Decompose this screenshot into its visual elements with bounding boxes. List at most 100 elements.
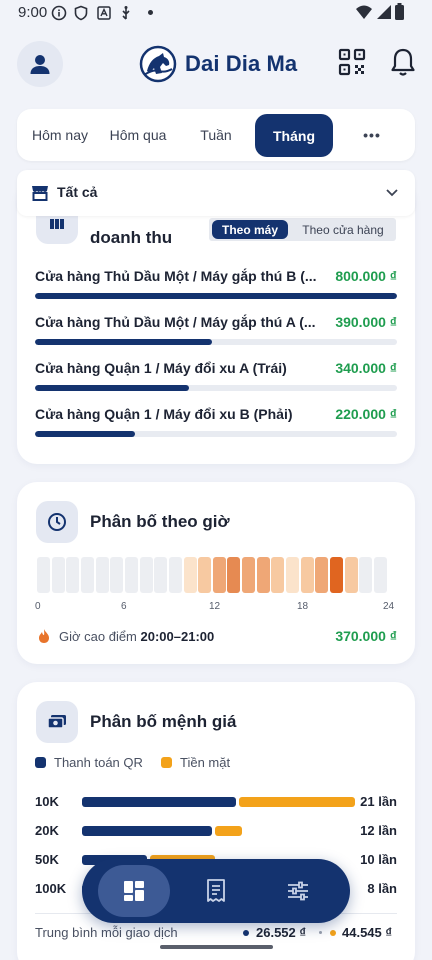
hour-cell xyxy=(373,557,387,593)
app-logo: Dai Dia Ma xyxy=(139,44,297,84)
revenue-row-track xyxy=(35,385,397,391)
separator-dot xyxy=(319,931,322,934)
hour-tick: 24 xyxy=(383,601,395,612)
hour-cell xyxy=(95,557,109,593)
font-icon xyxy=(97,6,111,20)
store-selector[interactable]: Tất cả xyxy=(17,170,415,216)
average-qr-dot xyxy=(243,930,249,936)
hour-tick: 18 xyxy=(297,601,309,612)
denomination-qr-bar xyxy=(82,797,236,807)
peak-hour-value: 370.000 ₫ xyxy=(335,628,397,644)
denomination-count: 21 lần xyxy=(360,794,397,809)
hour-cell xyxy=(51,557,65,593)
hour-cell xyxy=(242,557,256,593)
denomination-label: 10K xyxy=(35,794,59,809)
revenue-card-title: doanh thu xyxy=(90,228,173,247)
hour-cell xyxy=(110,557,124,593)
qr-code-icon xyxy=(338,48,366,76)
qr-scan-button[interactable] xyxy=(337,46,367,78)
legend-cash-swatch xyxy=(161,757,172,768)
legend-qr-swatch xyxy=(35,757,46,768)
average-qr-value: 26.552 ₫ xyxy=(256,925,307,940)
revenue-row-value: 800.000 ₫ xyxy=(335,268,397,284)
toggle-by-store[interactable]: Theo cửa hàng xyxy=(293,220,393,239)
denomination-card-title: Phân bố mệnh giá xyxy=(90,712,237,731)
nav-settings[interactable] xyxy=(262,865,334,917)
revenue-row-track xyxy=(35,293,397,299)
denomination-cash-bar xyxy=(238,797,355,807)
hour-cell xyxy=(183,557,197,593)
denomination-label: 100K xyxy=(35,881,67,896)
sliders-icon xyxy=(288,881,308,901)
cash-icon xyxy=(47,715,66,729)
revenue-row-bar xyxy=(35,431,135,437)
hour-tick: 12 xyxy=(209,601,221,612)
tab-month[interactable]: Tháng xyxy=(255,114,333,157)
signal-icon xyxy=(377,5,391,19)
hour-cell xyxy=(359,557,373,593)
revenue-row-bar xyxy=(35,293,397,299)
denomination-count: 10 lần xyxy=(360,852,397,867)
store-selected-label: Tất cả xyxy=(57,184,98,200)
revenue-row-track xyxy=(35,339,397,345)
hour-cell xyxy=(124,557,138,593)
legend-cash: Tiền mặt xyxy=(161,755,230,770)
denomination-card-icon-box xyxy=(36,701,78,743)
usb-icon xyxy=(122,6,130,20)
nav-dashboard[interactable] xyxy=(98,865,170,917)
denomination-label: 20K xyxy=(35,823,59,838)
peak-hour-label: Giờ cao điểm 20:00–21:00 xyxy=(59,629,215,644)
hour-tick: 6 xyxy=(121,601,127,612)
dashboard-icon xyxy=(124,881,144,901)
status-bar: 9:00 xyxy=(0,0,432,26)
hour-cell xyxy=(80,557,94,593)
revenue-row-bar xyxy=(35,385,189,391)
hourly-card: Phân bố theo giờ 0 6 12 18 24 Giờ cao đi… xyxy=(17,482,415,664)
hour-cell xyxy=(300,557,314,593)
hour-cell xyxy=(168,557,182,593)
legend-qr: Thanh toán QR xyxy=(35,755,143,770)
average-cash-value: 44.545 ₫ xyxy=(342,925,393,940)
fire-icon xyxy=(39,629,49,643)
revenue-row-name: Cửa hàng Quận 1 / Máy đổi xu B (Phải) xyxy=(35,406,293,422)
tab-more[interactable]: ••• xyxy=(347,109,397,161)
hour-cell xyxy=(315,557,329,593)
hour-cell xyxy=(344,557,358,593)
store-icon xyxy=(32,186,48,201)
tab-yesterday[interactable]: Hôm qua xyxy=(101,109,175,161)
hour-cell xyxy=(212,557,226,593)
profile-button[interactable] xyxy=(17,41,63,87)
home-indicator[interactable] xyxy=(160,945,273,949)
revenue-row-name: Cửa hàng Thủ Dầu Một / Máy gắp thú A (..… xyxy=(35,314,316,330)
receipt-icon xyxy=(207,879,225,902)
hour-cell xyxy=(37,557,50,593)
denomination-count: 8 lần xyxy=(367,881,397,896)
tab-week[interactable]: Tuần xyxy=(181,109,251,161)
revenue-row-bar xyxy=(35,339,213,345)
hour-cell xyxy=(330,557,343,593)
denomination-count: 12 lần xyxy=(360,823,397,838)
toggle-by-machine[interactable]: Theo máy xyxy=(212,220,288,239)
tab-today[interactable]: Hôm nay xyxy=(25,109,95,161)
revenue-card: doanh thu Theo máy Theo cửa hàng Cửa hàn… xyxy=(17,180,415,464)
average-label: Trung bình mỗi giao dịch xyxy=(35,925,178,940)
revenue-row-value: 220.000 ₫ xyxy=(335,406,397,422)
average-cash-dot xyxy=(330,930,336,936)
wifi-icon xyxy=(356,5,372,19)
bell-icon xyxy=(391,48,415,76)
hour-cell xyxy=(227,557,241,593)
bar-chart-icon xyxy=(50,219,64,229)
notifications-button[interactable] xyxy=(388,46,418,78)
info-icon xyxy=(51,5,67,21)
user-icon xyxy=(30,55,50,74)
revenue-row-track xyxy=(35,431,397,437)
notification-dot-icon xyxy=(148,10,153,15)
nav-receipts[interactable] xyxy=(180,865,252,917)
peak-hour-range: 20:00–21:00 xyxy=(140,629,215,644)
battery-icon xyxy=(395,3,404,20)
hour-tick: 0 xyxy=(35,601,41,612)
revenue-row-name: Cửa hàng Quận 1 / Máy đổi xu A (Trái) xyxy=(35,360,287,376)
app-name: Dai Dia Ma xyxy=(185,51,298,76)
period-tabs: Hôm nay Hôm qua Tuần Tháng ••• xyxy=(17,109,415,161)
chevron-down-icon xyxy=(386,189,398,197)
